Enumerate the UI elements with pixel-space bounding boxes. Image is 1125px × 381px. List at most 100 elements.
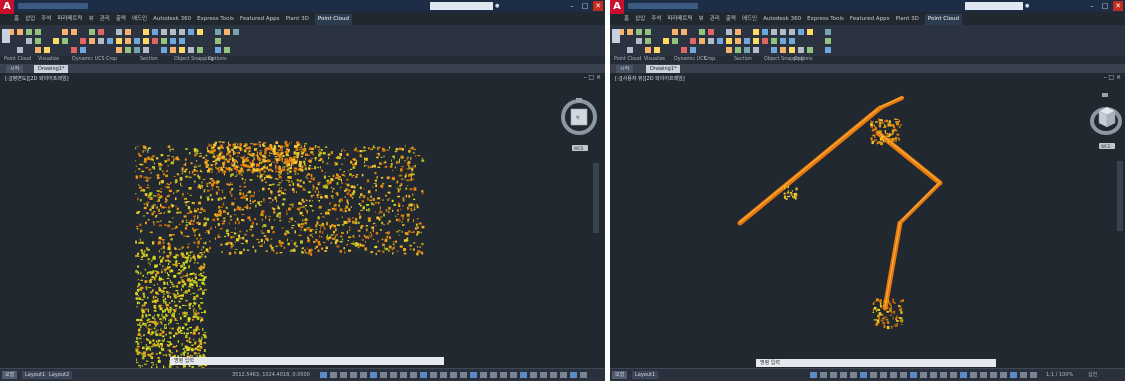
status-toggle-icon[interactable] (370, 372, 377, 378)
ribbon-tool-icon[interactable] (753, 47, 759, 53)
ribbon-tool-icon[interactable] (116, 29, 122, 35)
status-toggle-icon[interactable] (550, 372, 557, 378)
status-toggle-icon[interactable] (500, 372, 507, 378)
ribbon-tool-icon[interactable] (627, 47, 633, 53)
viewcube[interactable]: 북 (561, 98, 597, 135)
status-toggle-icon[interactable] (1010, 372, 1017, 378)
status-toggle-icon[interactable] (320, 372, 327, 378)
status-toggle-icon[interactable] (450, 372, 457, 378)
status-toggle-icon[interactable] (870, 372, 877, 378)
ribbon-tool-icon[interactable] (80, 47, 86, 53)
ribbon-tool-icon[interactable] (699, 29, 705, 35)
ribbon-tool-icon[interactable] (107, 38, 113, 44)
minimize-icon[interactable]: – (1087, 1, 1097, 11)
ribbon-tool-icon[interactable] (780, 47, 786, 53)
close-icon[interactable]: ✕ (1113, 1, 1123, 11)
status-toggle-icon[interactable] (580, 372, 587, 378)
ribbon-tool-icon[interactable] (89, 29, 95, 35)
ribbon-tool-icon[interactable] (170, 38, 176, 44)
status-toggle-icon[interactable] (480, 372, 487, 378)
ribbon-tab[interactable]: 관리 (710, 14, 720, 25)
layout-tab-model[interactable]: 모형 (2, 371, 18, 379)
status-toggle-icon[interactable] (910, 372, 917, 378)
status-toggle-icon[interactable] (920, 372, 927, 378)
ribbon-tool-icon[interactable] (197, 47, 203, 53)
status-toggle-icon[interactable] (1000, 372, 1007, 378)
ribbon-tool-icon[interactable] (188, 29, 194, 35)
ribbon-tab[interactable]: 홈 (624, 14, 629, 25)
ribbon-tool-icon[interactable] (188, 47, 194, 53)
ribbon-tool-icon[interactable] (161, 38, 167, 44)
ribbon-tool-icon[interactable] (681, 47, 687, 53)
ribbon-tab[interactable]: 홈 (14, 14, 19, 25)
ribbon-tool-icon[interactable] (825, 29, 831, 35)
ribbon-tool-icon[interactable] (80, 38, 86, 44)
ribbon-tool-icon[interactable] (161, 47, 167, 53)
ribbon-tool-icon[interactable] (71, 29, 77, 35)
ribbon-tool-icon[interactable] (762, 29, 768, 35)
status-toggle-icon[interactable] (810, 372, 817, 378)
ribbon-tool-icon[interactable] (753, 38, 759, 44)
status-toggle-icon[interactable] (880, 372, 887, 378)
ribbon-tool-icon[interactable] (762, 38, 768, 44)
ribbon-tab[interactable]: 파라메트릭 (57, 14, 82, 25)
ribbon-tool-icon[interactable] (17, 47, 23, 53)
status-toggle-icon[interactable] (560, 372, 567, 378)
ribbon-tool-icon[interactable] (143, 29, 149, 35)
status-toggle-icon[interactable] (380, 372, 387, 378)
layout-tab-1[interactable]: Layout1 (22, 371, 49, 379)
maximize-icon[interactable]: □ (1100, 1, 1110, 11)
ribbon-tab[interactable]: Featured Apps (240, 14, 280, 25)
ribbon-tool-icon[interactable] (636, 29, 642, 35)
ribbon-tool-icon[interactable] (825, 38, 831, 44)
navigation-bar[interactable] (1117, 161, 1123, 231)
ribbon-tool-icon[interactable] (89, 38, 95, 44)
status-toggle-icon[interactable] (950, 372, 957, 378)
ribbon-tool-icon[interactable] (125, 38, 131, 44)
ribbon-tab[interactable]: 출력 (726, 14, 736, 25)
ribbon-tool-icon[interactable] (170, 29, 176, 35)
ribbon-tab[interactable]: 애드인 (132, 14, 147, 25)
ribbon-tool-icon[interactable] (233, 29, 239, 35)
status-toggle-icon[interactable] (840, 372, 847, 378)
ribbon-tab[interactable]: Express Tools (197, 14, 234, 25)
ribbon-tool-icon[interactable] (17, 29, 23, 35)
ribbon-tool-icon[interactable] (726, 38, 732, 44)
ribbon-tool-icon[interactable] (116, 38, 122, 44)
ribbon-tool-icon[interactable] (143, 38, 149, 44)
ribbon-tool-icon[interactable] (726, 47, 732, 53)
ribbon-tool-icon[interactable] (179, 38, 185, 44)
quick-access-toolbar[interactable] (18, 3, 88, 9)
ribbon-tool-icon[interactable] (771, 29, 777, 35)
minimize-icon[interactable]: – (567, 1, 577, 11)
ribbon-tool-icon[interactable] (771, 38, 777, 44)
status-toggle-icon[interactable] (890, 372, 897, 378)
ribbon-tab[interactable]: 애드인 (742, 14, 757, 25)
ribbon-tab[interactable]: 뷰 (89, 14, 94, 25)
status-toggle-icon[interactable] (360, 372, 367, 378)
ribbon-tool-icon[interactable] (807, 29, 813, 35)
ribbon-tool-icon[interactable] (771, 47, 777, 53)
ribbon-tool-icon[interactable] (735, 29, 741, 35)
ribbon-tool-icon[interactable] (726, 29, 732, 35)
status-toggle-icon[interactable] (930, 372, 937, 378)
tab-drawing1[interactable]: Drawing1* (34, 65, 69, 73)
status-toggle-icon[interactable] (540, 372, 547, 378)
ribbon-tool-icon[interactable] (681, 29, 687, 35)
status-toggle-icon[interactable] (1020, 372, 1027, 378)
ribbon-tool-icon[interactable] (134, 38, 140, 44)
ribbon-tab[interactable]: Plant 3D (896, 14, 919, 25)
status-toggle-icon[interactable] (460, 372, 467, 378)
ribbon-tool-icon[interactable] (627, 29, 633, 35)
ribbon-tool-icon[interactable] (789, 38, 795, 44)
layout-tab-1[interactable]: Layout1 (632, 371, 659, 379)
ribbon-tool-icon[interactable] (825, 47, 831, 53)
ribbon-tool-icon[interactable] (179, 47, 185, 53)
ribbon-tool-icon[interactable] (744, 47, 750, 53)
ribbon-tool-icon[interactable] (717, 38, 723, 44)
ribbon-tab[interactable]: 파라메트릭 (667, 14, 692, 25)
ribbon-tool-icon[interactable] (125, 29, 131, 35)
status-toggle-icon[interactable] (490, 372, 497, 378)
ribbon-tool-icon[interactable] (71, 47, 77, 53)
status-toggle-icon[interactable] (430, 372, 437, 378)
